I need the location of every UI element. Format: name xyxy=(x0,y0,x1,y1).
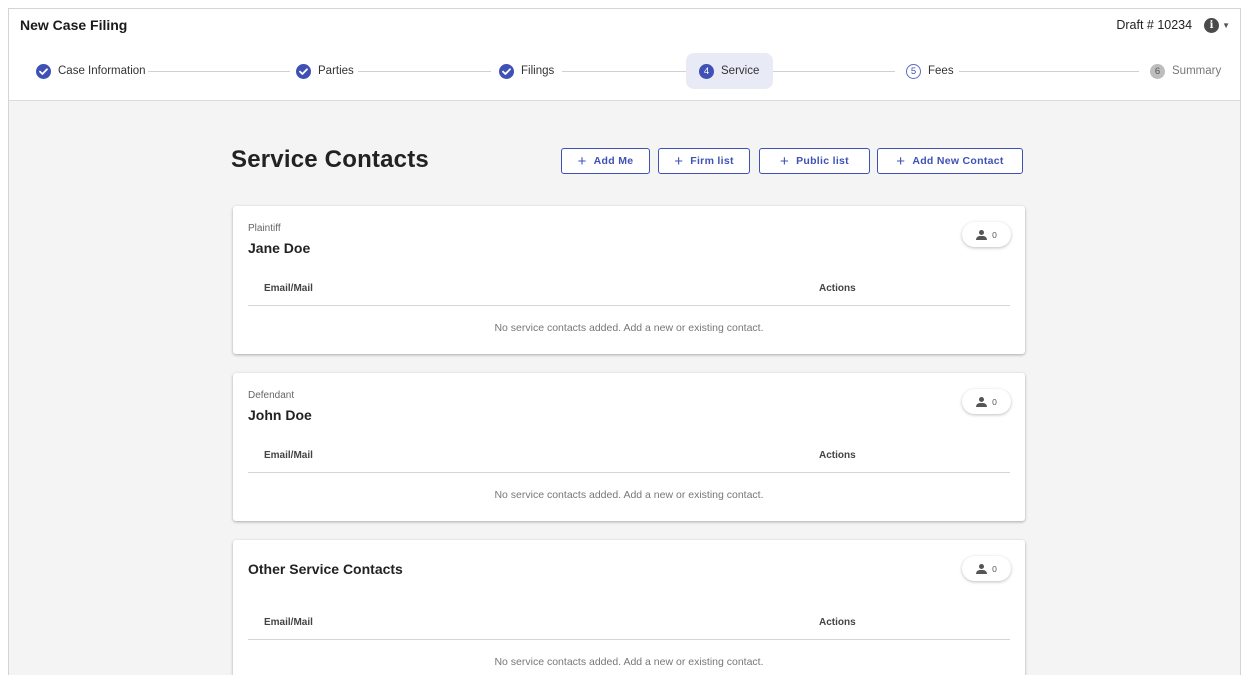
person-icon xyxy=(976,563,988,574)
contact-count-button[interactable]: 0 xyxy=(962,389,1011,414)
email-column-header: Email/Mail xyxy=(264,450,313,461)
actions-column-header: Actions xyxy=(819,617,856,628)
caret-down-icon: ▼ xyxy=(1222,20,1230,30)
info-icon: i xyxy=(1204,17,1220,33)
step-connector xyxy=(358,71,491,72)
contact-count-button[interactable]: 0 xyxy=(962,556,1011,581)
actions-column-header: Actions xyxy=(819,283,856,294)
draft-number: Draft # 10234 xyxy=(1116,18,1193,32)
table-divider xyxy=(248,472,1010,473)
email-column-header: Email/Mail xyxy=(264,283,313,294)
step-case-information[interactable]: Case Information xyxy=(36,53,146,89)
step-connector xyxy=(562,71,686,72)
plus-icon: + xyxy=(674,152,684,170)
actions-column-header: Actions xyxy=(819,450,856,461)
public-list-label: Public list xyxy=(796,155,849,167)
contact-count: 0 xyxy=(992,396,997,407)
contact-count: 0 xyxy=(992,563,997,574)
party-card-plaintiff: Plaintiff Jane Doe 0 Email/Mail Actions … xyxy=(233,206,1025,354)
person-icon xyxy=(976,229,988,240)
party-name: Jane Doe xyxy=(248,240,311,256)
table-divider xyxy=(248,305,1010,306)
step-label: Summary xyxy=(1172,65,1222,77)
check-circle-icon xyxy=(36,63,51,79)
step-number-badge: 6 xyxy=(1150,63,1165,79)
page-title: Service Contacts xyxy=(231,146,429,173)
check-circle-icon xyxy=(499,63,514,79)
contact-count: 0 xyxy=(992,229,997,240)
check-circle-icon xyxy=(296,63,311,79)
step-number-badge: 5 xyxy=(906,63,921,79)
add-new-contact-label: Add New Contact xyxy=(912,155,1004,167)
app-title: New Case Filing xyxy=(20,17,128,33)
add-new-contact-button[interactable]: + Add New Contact xyxy=(877,148,1023,174)
step-label: Case Information xyxy=(58,65,146,77)
step-summary: 6 Summary xyxy=(1150,53,1221,89)
public-list-button[interactable]: + Public list xyxy=(759,148,870,174)
add-me-button[interactable]: + Add Me xyxy=(561,148,650,174)
party-card-defendant: Defendant John Doe 0 Email/Mail Actions … xyxy=(233,373,1025,521)
step-number-badge: 4 xyxy=(699,63,714,79)
firm-list-label: Firm list xyxy=(690,155,734,167)
party-role: Plaintiff xyxy=(248,223,281,234)
step-fees[interactable]: 5 Fees xyxy=(906,53,954,89)
step-label: Service xyxy=(721,65,760,77)
step-connector xyxy=(148,71,290,72)
empty-state-message: No service contacts added. Add a new or … xyxy=(494,489,764,501)
step-label: Fees xyxy=(928,65,954,77)
step-connector xyxy=(773,71,895,72)
party-name: John Doe xyxy=(248,407,312,423)
step-label: Filings xyxy=(521,65,555,77)
add-me-label: Add Me xyxy=(593,155,634,167)
empty-state-message: No service contacts added. Add a new or … xyxy=(494,322,764,334)
party-role: Defendant xyxy=(248,390,295,401)
person-icon xyxy=(976,396,988,407)
empty-state-message: No service contacts added. Add a new or … xyxy=(494,656,764,668)
draft-info: Draft # 10234 i ▼ xyxy=(1116,17,1230,33)
step-parties[interactable]: Parties xyxy=(296,53,354,89)
other-service-contacts-card: Other Service Contacts 0 Email/Mail Acti… xyxy=(233,540,1025,675)
top-bar: New Case Filing Draft # 10234 i ▼ xyxy=(9,9,1240,41)
step-label: Parties xyxy=(318,65,354,77)
step-filings[interactable]: Filings xyxy=(499,53,554,89)
app-window: New Case Filing Draft # 10234 i ▼ Case I… xyxy=(8,8,1241,675)
email-column-header: Email/Mail xyxy=(264,617,313,628)
step-connector xyxy=(959,71,1139,72)
table-divider xyxy=(248,639,1010,640)
info-menu-button[interactable]: i ▼ xyxy=(1204,17,1230,33)
progress-stepper: Case Information Parties Filings 4 Servi… xyxy=(9,41,1240,101)
step-service[interactable]: 4 Service xyxy=(686,53,773,89)
plus-icon: + xyxy=(896,152,906,170)
firm-list-button[interactable]: + Firm list xyxy=(658,148,750,174)
contact-count-button[interactable]: 0 xyxy=(962,222,1011,247)
plus-icon: + xyxy=(577,152,587,170)
card-title: Other Service Contacts xyxy=(248,561,403,577)
plus-icon: + xyxy=(780,152,790,170)
